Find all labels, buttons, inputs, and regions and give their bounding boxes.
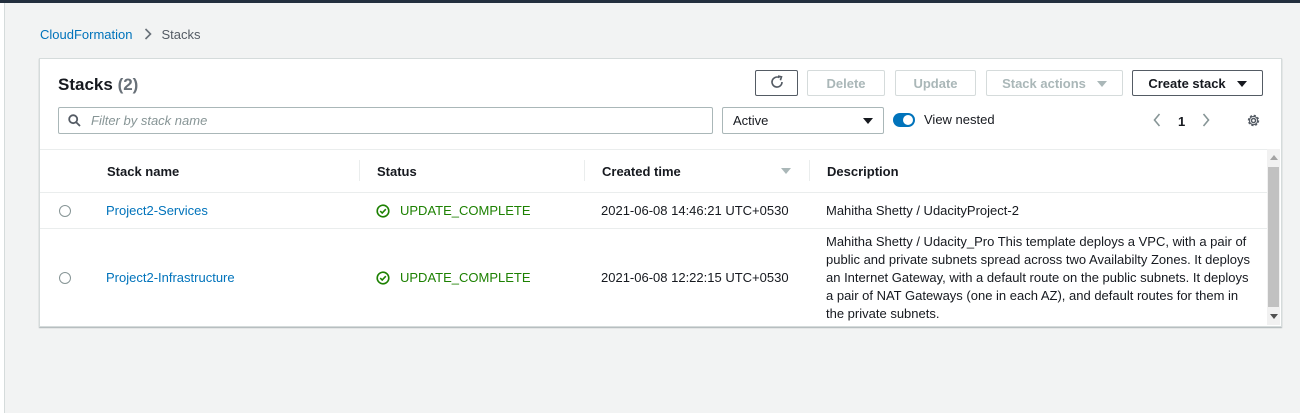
- stack-name-filter-input[interactable]: [91, 113, 691, 128]
- filter-search-box: [58, 107, 713, 134]
- table-row[interactable]: Project2-Services UPDATE_COMPLETE 2021-0…: [40, 193, 1267, 229]
- view-nested-label: View nested: [924, 112, 995, 127]
- top-bar: [0, 0, 1300, 3]
- stack-name-link[interactable]: Project2-Services: [106, 193, 208, 228]
- description-cell: Mahitha Shetty / UdacityProject-2: [826, 202, 1019, 218]
- column-header-stack-name[interactable]: Stack name: [107, 150, 179, 192]
- delete-button[interactable]: Delete: [807, 70, 885, 96]
- table-header: Stack name Status Created time Descripti…: [40, 149, 1267, 193]
- created-time-cell: 2021-06-08 14:46:21 UTC+0530: [601, 203, 789, 218]
- create-stack-label: Create stack: [1148, 75, 1226, 91]
- stacks-panel: Stacks (2) Delete Update Stack actions C…: [39, 58, 1282, 327]
- scroll-thumb[interactable]: [1268, 167, 1279, 307]
- stack-count: (2): [117, 75, 139, 94]
- column-header-description[interactable]: Description: [809, 150, 899, 192]
- view-nested-toggle-group: View nested: [893, 112, 995, 127]
- breadcrumb-link-cloudformation[interactable]: CloudFormation: [40, 27, 133, 42]
- stack-name-link[interactable]: Project2-Infrastructure: [106, 229, 235, 326]
- status-cell: UPDATE_COMPLETE: [376, 229, 531, 326]
- breadcrumb-current: Stacks: [161, 26, 201, 42]
- gear-icon[interactable]: [1246, 113, 1261, 128]
- side-navigation-edge: [0, 3, 5, 413]
- table-scrollbar[interactable]: [1267, 149, 1280, 325]
- status-filter-value: Active: [733, 113, 769, 128]
- panel-title-text: Stacks: [58, 75, 113, 94]
- view-nested-toggle[interactable]: [893, 112, 915, 127]
- table-row[interactable]: Project2-Infrastructure UPDATE_COMPLETE …: [40, 229, 1267, 326]
- row-select-radio[interactable]: [59, 193, 71, 228]
- sort-descending-icon[interactable]: [781, 150, 791, 192]
- created-time-cell: 2021-06-08 12:22:15 UTC+0530: [601, 270, 789, 285]
- row-select-radio[interactable]: [59, 229, 71, 326]
- success-check-icon: [376, 203, 395, 218]
- column-header-status[interactable]: Status: [359, 150, 417, 192]
- success-check-icon: [376, 270, 395, 285]
- scroll-up-arrow[interactable]: [1270, 155, 1278, 160]
- pagination: 1: [1153, 111, 1210, 131]
- status-filter-select[interactable]: Active: [722, 107, 884, 134]
- status-text: UPDATE_COMPLETE: [400, 203, 531, 218]
- refresh-icon: [769, 74, 785, 93]
- current-page-number[interactable]: 1: [1178, 114, 1185, 129]
- description-cell: Mahitha Shetty / Udacity_Pro This templa…: [826, 234, 1250, 321]
- update-button[interactable]: Update: [895, 70, 976, 96]
- scroll-down-arrow[interactable]: [1270, 314, 1278, 319]
- search-icon: [68, 114, 81, 127]
- panel-title: Stacks (2): [58, 75, 138, 95]
- refresh-button[interactable]: [755, 70, 798, 96]
- create-stack-button[interactable]: Create stack: [1132, 70, 1263, 96]
- stack-actions-label: Stack actions: [1002, 75, 1086, 91]
- caret-down-icon: [1236, 76, 1247, 91]
- breadcrumb: CloudFormation Stacks: [40, 25, 201, 43]
- caret-down-icon: [863, 113, 873, 128]
- column-header-created-time[interactable]: Created time: [584, 150, 681, 192]
- caret-down-icon: [1096, 76, 1107, 91]
- status-text: UPDATE_COMPLETE: [400, 270, 531, 285]
- chevron-left-icon[interactable]: [1153, 112, 1161, 130]
- status-cell: UPDATE_COMPLETE: [376, 193, 531, 228]
- chevron-right-icon[interactable]: [1202, 112, 1210, 130]
- stack-actions-button[interactable]: Stack actions: [986, 70, 1123, 96]
- chevron-right-icon: [144, 28, 152, 40]
- stacks-table: Stack name Status Created time Descripti…: [40, 149, 1267, 326]
